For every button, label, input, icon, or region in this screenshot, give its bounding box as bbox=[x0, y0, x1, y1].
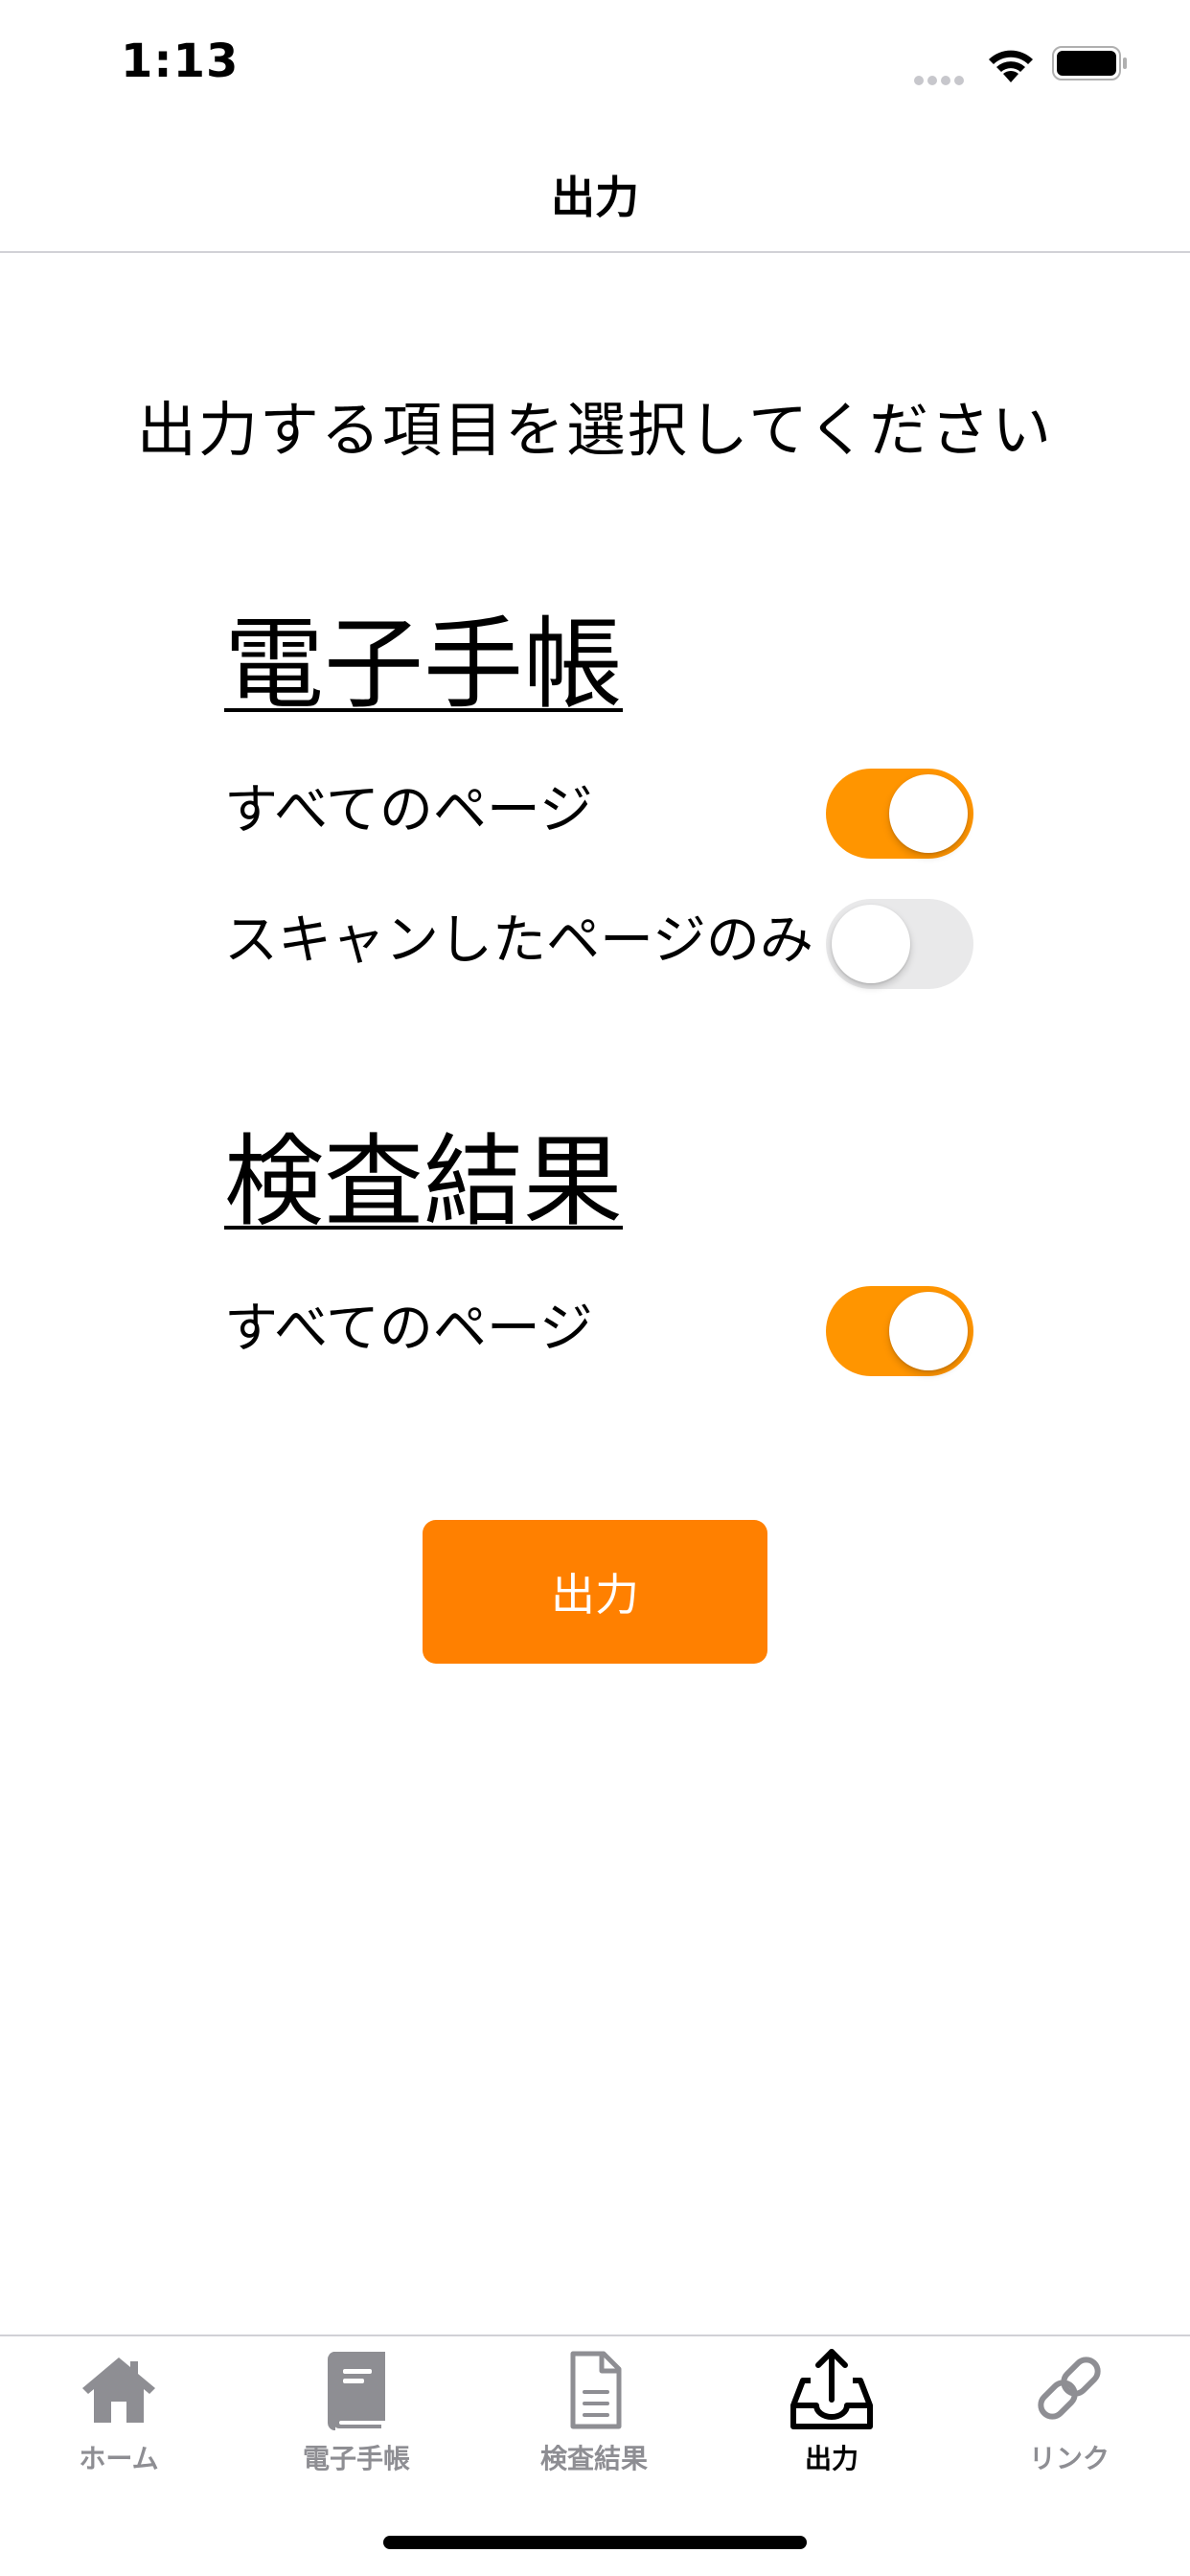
tab-label: 電子手帳 bbox=[302, 2443, 410, 2474]
tab-test-results[interactable]: 検査結果 bbox=[475, 2346, 713, 2499]
section-title-test-results: 検査結果 bbox=[224, 1123, 624, 1240]
row-label-all-pages: すべてのページ bbox=[224, 779, 593, 841]
toggle-test-results-all-pages[interactable] bbox=[826, 1286, 973, 1376]
section-title-e-notebook: 電子手帳 bbox=[224, 606, 624, 723]
home-indicator bbox=[383, 2536, 807, 2549]
document-icon bbox=[570, 2351, 622, 2429]
tab-export[interactable]: 出力 bbox=[713, 2346, 950, 2499]
tab-label: ホーム bbox=[79, 2443, 159, 2474]
row-label-all-pages: すべてのページ bbox=[224, 1298, 593, 1360]
export-tray-icon bbox=[790, 2349, 873, 2429]
tab-e-notebook[interactable]: 電子手帳 bbox=[238, 2346, 475, 2499]
home-icon bbox=[82, 2358, 155, 2423]
book-icon bbox=[327, 2352, 385, 2430]
wifi-icon bbox=[989, 50, 1033, 82]
toggle-knob bbox=[889, 774, 968, 853]
page-title: 出力 bbox=[551, 172, 639, 223]
tab-label: 出力 bbox=[804, 2443, 858, 2474]
tab-label: リンク bbox=[1028, 2443, 1110, 2474]
instruction-text: 出力する項目を選択してください bbox=[136, 395, 1054, 465]
tab-link[interactable]: リンク bbox=[950, 2346, 1188, 2499]
cellular-signal-icon bbox=[914, 71, 970, 85]
navigation-bar: 出力 bbox=[0, 126, 1190, 253]
battery-icon bbox=[1052, 46, 1127, 80]
row-label-scanned-pages-only: スキャンしたページのみ bbox=[224, 909, 813, 972]
link-icon bbox=[1038, 2357, 1101, 2420]
toggle-e-notebook-all-pages[interactable] bbox=[826, 769, 973, 859]
export-button[interactable]: 出力 bbox=[423, 1520, 767, 1664]
status-time: 1:13 bbox=[121, 34, 240, 88]
toggle-e-notebook-scanned-only[interactable] bbox=[826, 899, 973, 989]
tab-home[interactable]: ホーム bbox=[0, 2346, 238, 2499]
toggle-knob bbox=[832, 905, 910, 983]
tab-label: 検査結果 bbox=[539, 2443, 648, 2474]
status-bar: 1:13 bbox=[0, 0, 1190, 126]
toggle-knob bbox=[889, 1292, 968, 1370]
